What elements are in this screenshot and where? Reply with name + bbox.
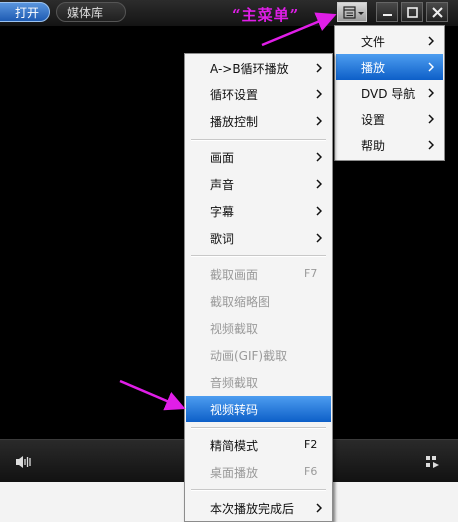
annotation-arrow-to-main-menu (261, 12, 337, 47)
annotation-arrow-to-transcode (119, 379, 186, 411)
annotation-arrows (119, 12, 337, 411)
